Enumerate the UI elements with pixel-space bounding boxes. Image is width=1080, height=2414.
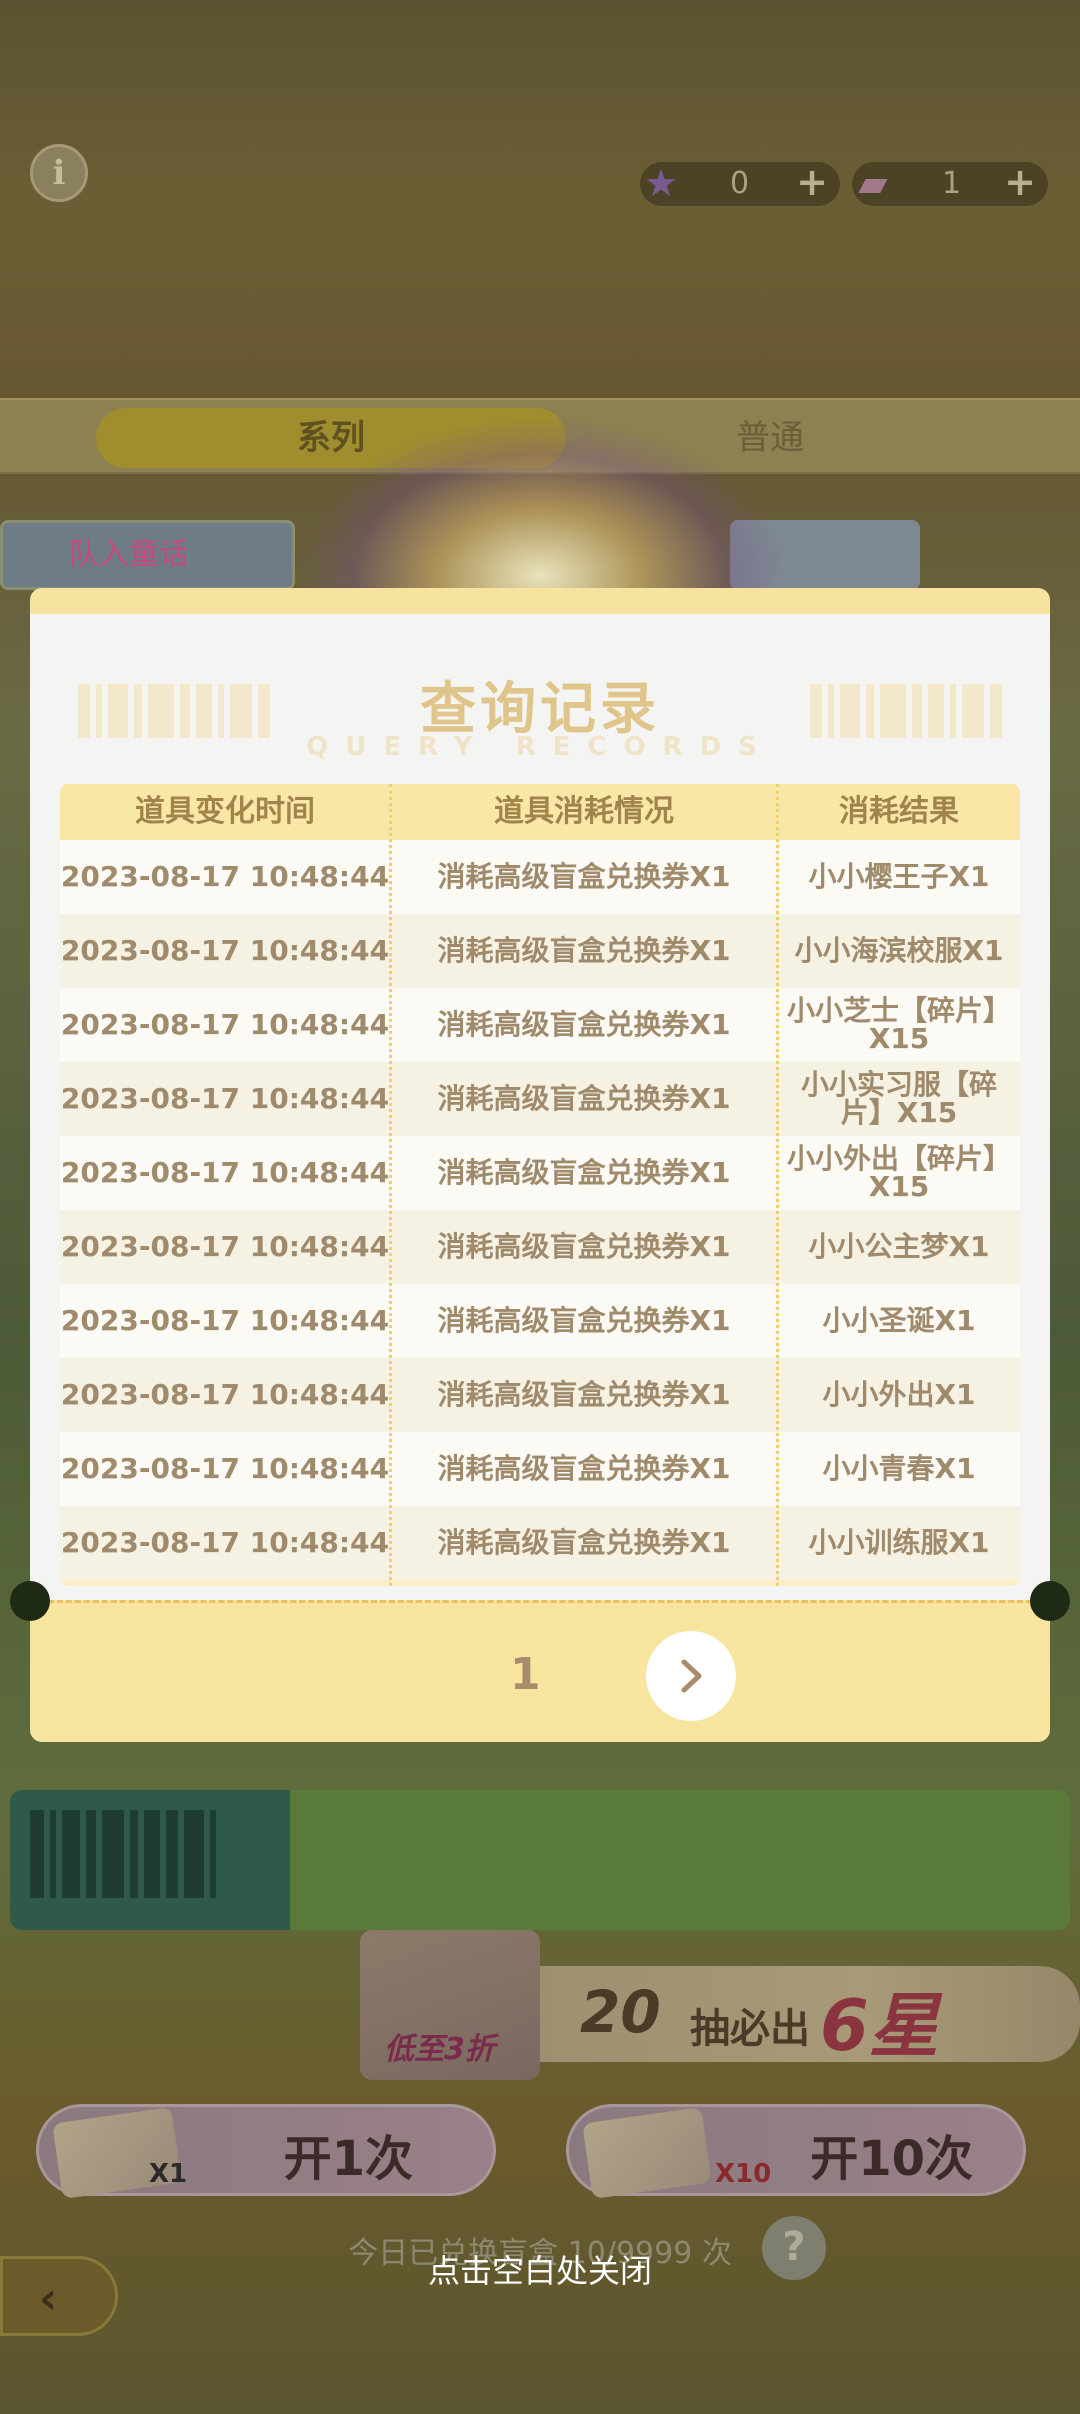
column-header-consumption: 道具消耗情况	[494, 794, 674, 829]
table-body: 2023-08-17 10:48:44 消耗高级盲盒兑换券X1 小小樱王子X1 …	[60, 840, 1020, 1580]
open-once-button[interactable]: X1 开1次	[36, 2104, 496, 2199]
cell-time: 2023-08-17 10:48:44	[60, 934, 390, 967]
table-row: 2023-08-17 10:48:44 消耗高级盲盒兑换券X1 小小外出X1	[60, 1358, 1020, 1432]
barcode-box	[10, 1790, 290, 1930]
records-table: 道具变化时间 道具消耗情况 消耗结果 2023-08-17 10:48:44 消…	[60, 784, 1020, 1586]
promo-discount: 低至3折	[384, 2032, 495, 2067]
promo-text: 抽必出	[690, 2006, 810, 2052]
column-header-result: 消耗结果	[839, 794, 959, 829]
table-row: 2023-08-17 10:48:44 消耗高级盲盒兑换券X1 小小青春X1	[60, 1432, 1020, 1506]
cell-time: 2023-08-17 10:48:44	[60, 1452, 390, 1485]
cell-consumption: 消耗高级盲盒兑换券X1	[437, 1156, 731, 1189]
cell-time: 2023-08-17 10:48:44	[60, 1230, 390, 1263]
query-records-modal: 查询记录 QUERY RECORDS 道具变化时间 道具消耗情况 消耗结果 20…	[10, 588, 1070, 1742]
bottom-panel	[10, 1790, 1070, 1930]
promo-banner: 低至3折 20 抽必出 6星	[360, 1930, 1080, 2080]
cell-result: 小小训练服X1	[808, 1526, 990, 1559]
open-ten-label: 开10次	[810, 2131, 973, 2187]
add-star-icon[interactable]: +	[796, 160, 828, 204]
cell-result: 小小樱王子X1	[808, 860, 990, 893]
table-row: 2023-08-17 10:48:44 消耗高级盲盒兑换券X1 小小实习服【碎片…	[60, 1062, 1020, 1136]
barcode-icon	[30, 1810, 216, 1898]
table-row: 2023-08-17 10:48:44 消耗高级盲盒兑换券X1 小小樱王子X1	[60, 840, 1020, 914]
cell-result: 小小外出【碎片】X15	[786, 1142, 1011, 1203]
table-row: 2023-08-17 10:48:44 消耗高级盲盒兑换券X1 小小外出【碎片】…	[60, 1136, 1020, 1210]
cell-result: 小小海滨校服X1	[794, 934, 1004, 967]
cell-consumption: 消耗高级盲盒兑换券X1	[437, 1452, 731, 1485]
pagination-bar: 1	[10, 1581, 1070, 1742]
next-page-button[interactable]	[646, 1631, 736, 1721]
cell-time: 2023-08-17 10:48:44	[60, 1156, 390, 1189]
cell-consumption: 消耗高级盲盒兑换券X1	[437, 1230, 731, 1263]
cell-consumption: 消耗高级盲盒兑换券X1	[437, 860, 731, 893]
cell-result: 小小外出X1	[822, 1378, 976, 1411]
column-divider	[776, 784, 779, 1586]
cell-consumption: 消耗高级盲盒兑换券X1	[437, 1008, 731, 1041]
open-ten-mult: X10	[715, 2159, 772, 2189]
cell-time: 2023-08-17 10:48:44	[60, 1082, 390, 1115]
cell-time: 2023-08-17 10:48:44	[60, 1008, 390, 1041]
cell-time: 2023-08-17 10:48:44	[60, 1526, 390, 1559]
ticket-notch-left	[10, 1581, 50, 1621]
ticket-notch-right	[1030, 1581, 1070, 1621]
ticket-currency: ▰ 1 +	[852, 160, 1048, 206]
page-number: 1	[510, 1649, 541, 1700]
table-row: 2023-08-17 10:48:44 消耗高级盲盒兑换券X1 小小海滨校服X1	[60, 914, 1020, 988]
cell-time: 2023-08-17 10:48:44	[60, 860, 390, 893]
cell-consumption: 消耗高级盲盒兑换券X1	[437, 1304, 731, 1337]
ticket-icon	[582, 2107, 712, 2199]
star-count: 0	[730, 166, 750, 201]
modal-subtitle: QUERY RECORDS	[306, 732, 774, 762]
table-header: 道具变化时间 道具消耗情况 消耗结果	[60, 784, 1020, 840]
table-row: 2023-08-17 10:48:44 消耗高级盲盒兑换券X1 小小芝士【碎片】…	[60, 988, 1020, 1062]
open-ten-button[interactable]: X10 开10次	[566, 2104, 1026, 2199]
column-divider	[389, 784, 392, 1586]
cell-consumption: 消耗高级盲盒兑换券X1	[437, 1378, 731, 1411]
modal-body: 查询记录 QUERY RECORDS 道具变化时间 道具消耗情况 消耗结果 20…	[30, 588, 1050, 1600]
add-ticket-icon[interactable]: +	[1004, 160, 1036, 204]
ticket-icon: ▰	[858, 161, 888, 205]
promo-cards-icon: 低至3折	[360, 1930, 540, 2080]
cell-time: 2023-08-17 10:48:44	[60, 1378, 390, 1411]
table-row: 2023-08-17 10:48:44 消耗高级盲盒兑换券X1 小小公主梦X1	[60, 1210, 1020, 1284]
cell-consumption: 消耗高级盲盒兑换券X1	[437, 934, 731, 967]
cell-result: 小小芝士【碎片】X15	[786, 994, 1011, 1055]
star-currency: ★ 0 +	[640, 160, 840, 206]
cell-result: 小小公主梦X1	[808, 1230, 990, 1263]
cell-result: 小小圣诞X1	[822, 1304, 976, 1337]
cell-result: 小小实习服【碎片】X15	[800, 1068, 997, 1129]
open-once-mult: X1	[149, 2159, 188, 2189]
cell-consumption: 消耗高级盲盒兑换券X1	[437, 1526, 731, 1559]
promo-count: 20	[580, 1978, 661, 2046]
cell-consumption: 消耗高级盲盒兑换券X1	[437, 1082, 731, 1115]
column-header-time: 道具变化时间	[135, 794, 315, 829]
promo-star: 6星	[820, 1985, 939, 2067]
table-row: 2023-08-17 10:48:44 消耗高级盲盒兑换券X1 小小圣诞X1	[60, 1284, 1020, 1358]
close-hint[interactable]: 点击空白处关闭	[0, 2246, 1080, 2292]
promo-strip: 20 抽必出 6星	[540, 1966, 1080, 2067]
chevron-right-icon	[681, 1659, 702, 1693]
star-icon: ★	[643, 161, 679, 205]
open-once-label: 开1次	[283, 2131, 413, 2187]
ticket-count: 1	[942, 166, 962, 201]
info-icon[interactable]: i	[30, 144, 88, 202]
banner-left[interactable]: 队入童话	[0, 520, 295, 590]
cell-time: 2023-08-17 10:48:44	[60, 1304, 390, 1337]
cell-result: 小小青春X1	[822, 1452, 976, 1485]
table-row: 2023-08-17 10:48:44 消耗高级盲盒兑换券X1 小小训练服X1	[60, 1506, 1020, 1580]
